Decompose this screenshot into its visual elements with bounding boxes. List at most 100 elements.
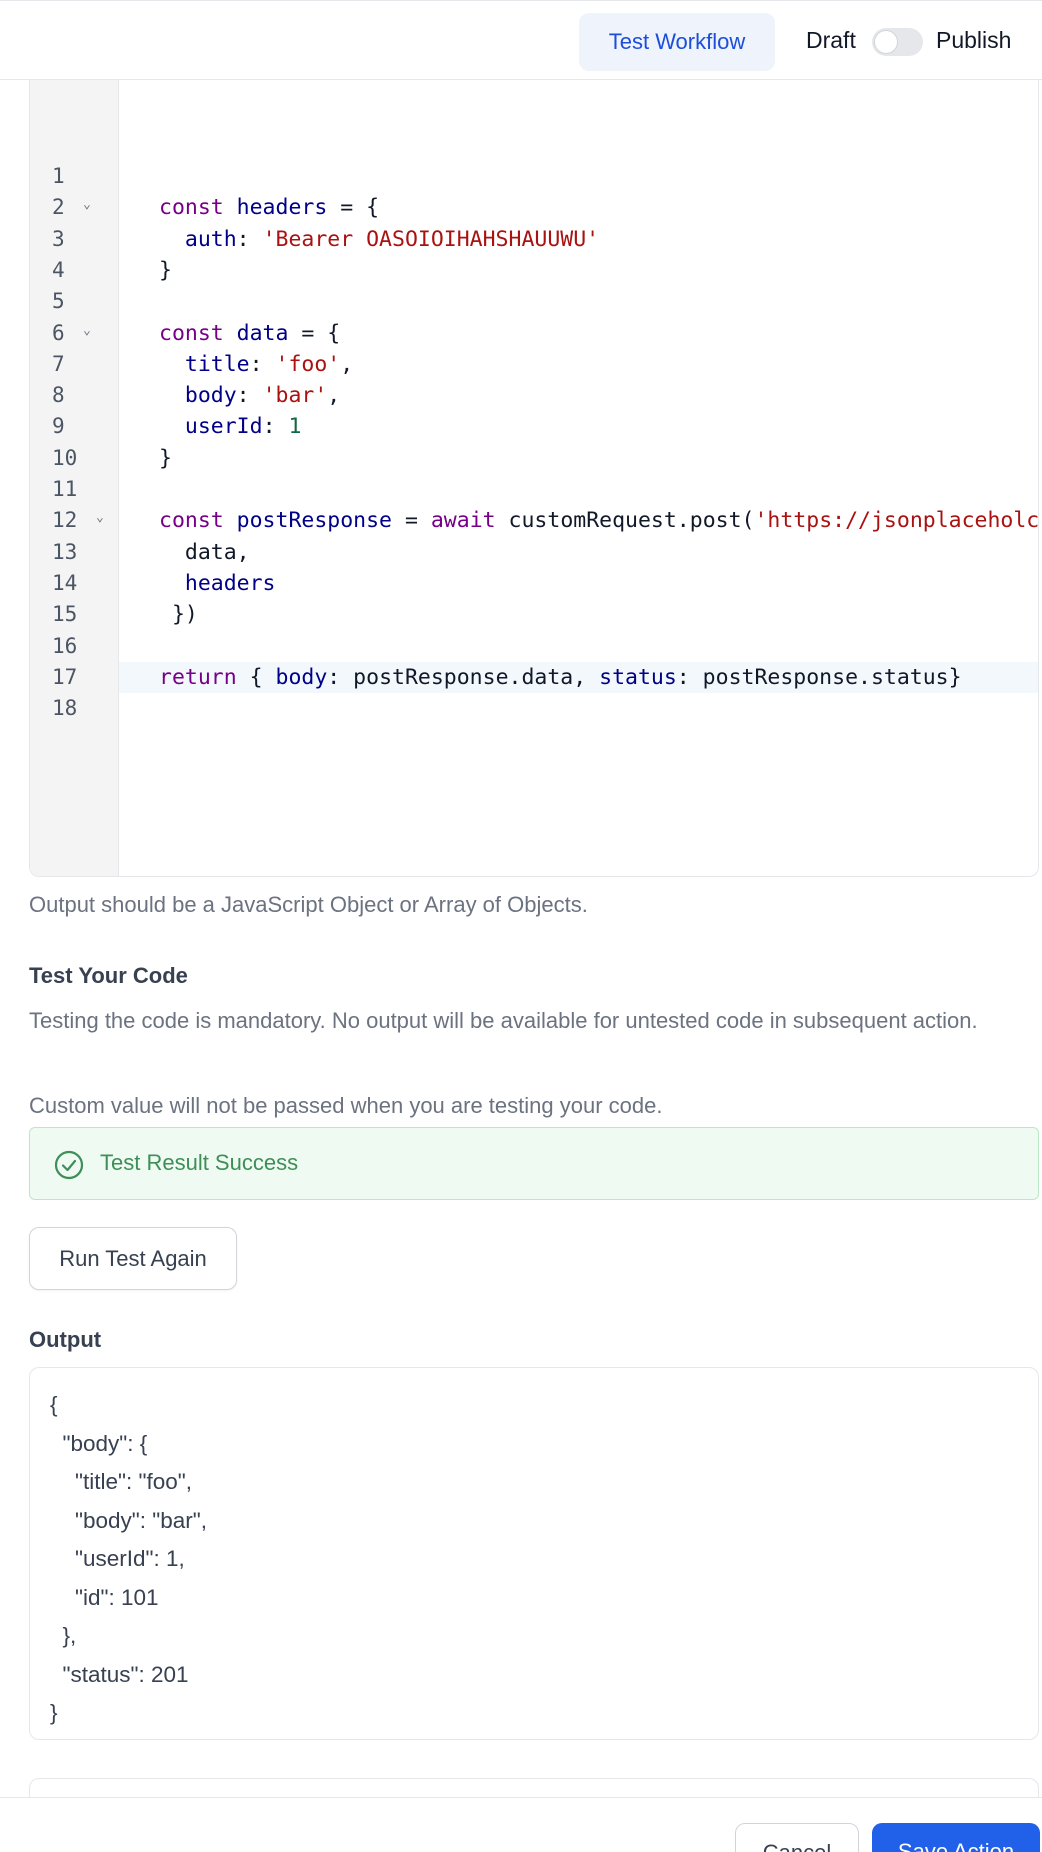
footer-bar: Cancel Save Action: [0, 1797, 1042, 1852]
top-bar: Test Workflow Draft Publish: [0, 0, 1042, 80]
code-line[interactable]: [119, 474, 1038, 505]
fold-chevron-icon[interactable]: ⌄: [83, 189, 91, 220]
publish-label: Publish: [936, 27, 1012, 53]
output-json-box: { "body": { "title": "foo", "body": "bar…: [29, 1367, 1039, 1740]
draft-label: Draft: [806, 27, 856, 53]
line-number: 1: [52, 164, 65, 188]
code-token: auth: [184, 226, 237, 252]
line-number: 6 ⌄: [30, 318, 119, 349]
code-token: customRequest.post(: [495, 508, 755, 534]
line-number: 13: [52, 539, 78, 564]
output-line: {: [50, 1392, 58, 1417]
fold-chevron-icon[interactable]: ⌄: [83, 315, 91, 346]
output-line: "status": 201: [50, 1661, 189, 1687]
code-token: 'https://jsonplaceholc: [754, 508, 1038, 534]
code-token: }: [159, 257, 172, 283]
line-number: 3: [52, 226, 65, 251]
line-number: 9: [52, 414, 65, 439]
line-number: 17: [52, 664, 78, 689]
code-line[interactable]: }: [119, 443, 1038, 474]
test-your-code-title: Test Your Code: [29, 963, 188, 988]
code-token: = {: [327, 195, 380, 221]
output-line: "id": 101: [50, 1584, 159, 1610]
code-token: postResponse: [236, 508, 393, 534]
code-token: body: [275, 664, 328, 690]
code-token: await: [430, 508, 496, 534]
code-token: = {: [288, 320, 341, 346]
code-line[interactable]: const data = {: [119, 318, 1038, 349]
code-token: body: [184, 383, 237, 409]
code-token: const: [159, 195, 237, 221]
output-line: }: [50, 1700, 58, 1725]
test-result-success-banner: Test Result Success: [29, 1127, 1039, 1200]
code-line[interactable]: }: [119, 255, 1038, 286]
custom-value-note: Custom value will not be passed when you…: [29, 1093, 663, 1118]
output-line: "body": {: [50, 1430, 148, 1456]
run-test-again-button[interactable]: Run Test Again: [29, 1227, 237, 1290]
publish-toggle[interactable]: [872, 28, 923, 56]
code-editor[interactable]: 1 2 ⌄ 3 4 5 6 ⌄ 7 8 9 10 11 12 ⌄ 13 14 15 16 17 18 const hea…: [29, 80, 1039, 877]
output-format-hint: Output should be a JavaScript Object or …: [29, 892, 588, 917]
code-token: headers: [236, 195, 328, 221]
code-line[interactable]: [119, 631, 1038, 662]
code-line[interactable]: auth: 'Bearer OASOIOIHAHSHAUUWU': [119, 224, 1038, 255]
output-title: Output: [29, 1327, 102, 1352]
code-token: {: [236, 664, 276, 690]
code-line[interactable]: body: 'bar',: [119, 380, 1038, 411]
code-token: status: [599, 664, 677, 690]
code-token: =: [392, 508, 431, 534]
line-number: 7: [52, 351, 65, 376]
line-number: 16: [52, 633, 78, 658]
line-number: 8: [52, 383, 65, 408]
code-line[interactable]: headers: [119, 568, 1038, 599]
code-token: :: [236, 383, 263, 409]
code-token: return: [159, 664, 237, 690]
code-token: 1: [288, 414, 302, 440]
output-line: "body": "bar",: [50, 1507, 208, 1533]
line-number: 14: [52, 570, 78, 595]
code-line[interactable]: return { body: postResponse.data, status…: [119, 661, 1038, 694]
code-line[interactable]: [119, 161, 1038, 192]
code-line[interactable]: [119, 286, 1038, 317]
code-line[interactable]: data,: [119, 537, 1038, 568]
code-token: ,: [340, 351, 354, 377]
save-action-button[interactable]: Save Action: [872, 1823, 1040, 1852]
check-circle-icon: [54, 1150, 84, 1180]
cancel-button[interactable]: Cancel: [735, 1823, 859, 1852]
test-workflow-button[interactable]: Test Workflow: [579, 13, 775, 71]
code-token: 'Bearer OASOIOIHAHSHAUUWU': [262, 226, 600, 252]
code-content[interactable]: const headers = { auth: 'Bearer OASOIOIH…: [119, 80, 1038, 876]
line-number: 18: [52, 696, 78, 721]
code-token: title: [184, 351, 250, 377]
line-number-gutter: 1 2 ⌄ 3 4 5 6 ⌄ 7 8 9 10 11 12 ⌄ 13 14 15 16 17 18: [30, 80, 119, 876]
line-number: 2 ⌄: [30, 192, 119, 223]
code-line[interactable]: const postResponse = await customRequest…: [119, 505, 1038, 536]
code-token: :: [249, 351, 276, 377]
line-number: 15: [52, 602, 78, 627]
line-number: 11: [52, 477, 78, 501]
code-line[interactable]: }): [119, 599, 1038, 630]
output-line: },: [50, 1623, 77, 1648]
code-line[interactable]: [119, 693, 1038, 724]
code-line[interactable]: userId: 1: [119, 411, 1038, 442]
code-token: 'bar': [262, 383, 328, 409]
line-number: 10: [52, 445, 78, 470]
code-token: const: [159, 320, 237, 346]
code-token: }): [159, 602, 198, 628]
test-mandatory-text: Testing the code is mandatory. No output…: [29, 1008, 978, 1033]
code-token: 'foo': [275, 351, 341, 377]
code-token: :: [262, 414, 289, 440]
code-token: data: [236, 320, 289, 346]
code-token: : postResponse.data,: [327, 664, 600, 690]
toggle-knob: [874, 30, 898, 54]
fold-chevron-icon[interactable]: ⌄: [96, 502, 104, 533]
code-token: ,: [327, 383, 341, 409]
code-line[interactable]: title: 'foo',: [119, 349, 1038, 380]
code-token: data,: [159, 539, 250, 565]
output-line: "title": "foo",: [50, 1469, 192, 1494]
code-line[interactable]: const headers = {: [119, 192, 1038, 223]
